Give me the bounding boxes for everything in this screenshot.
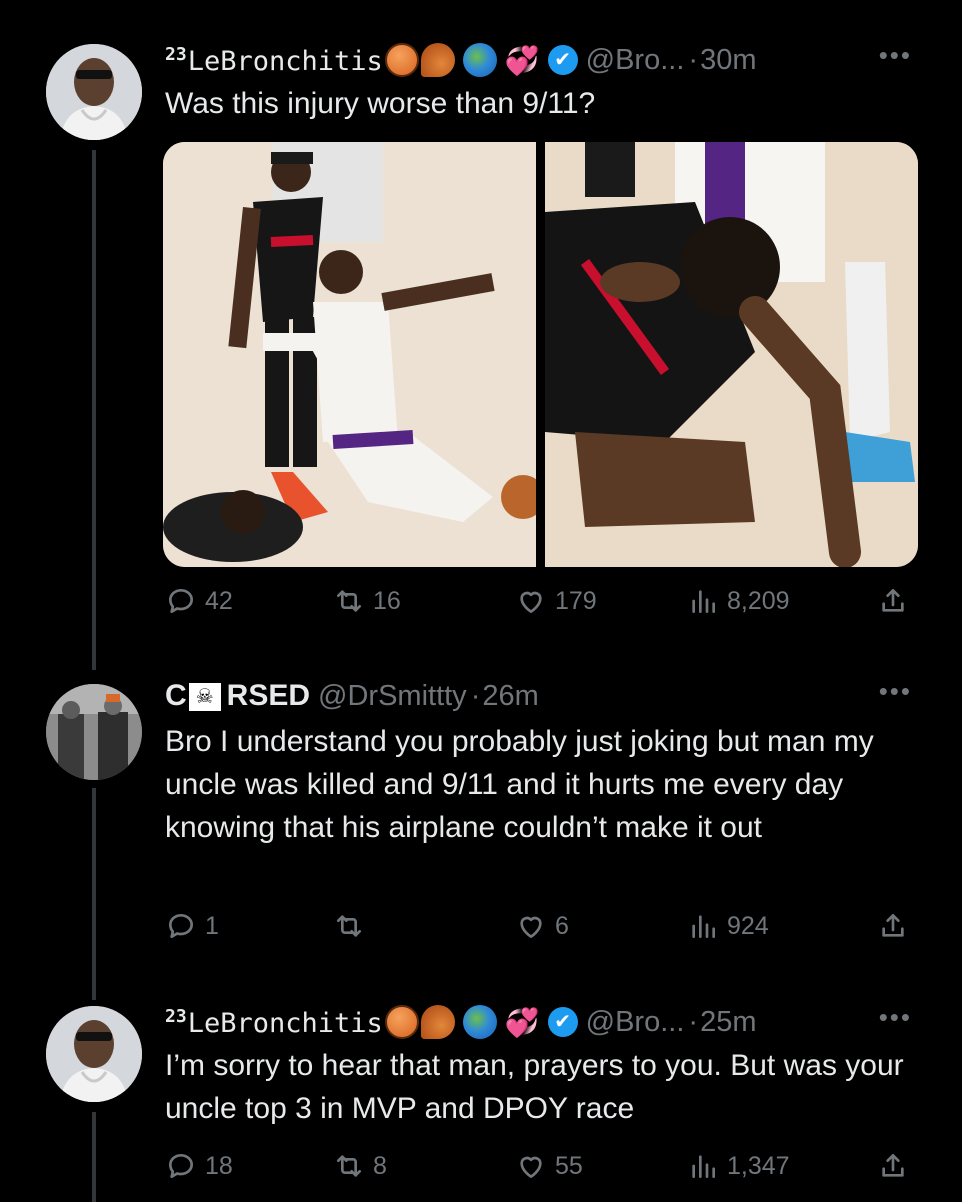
separator-dot: · xyxy=(688,1005,699,1038)
handle[interactable]: @DrSmittty xyxy=(318,680,467,713)
retweet-icon xyxy=(337,1155,361,1177)
views-button[interactable]: 924 xyxy=(687,910,769,942)
retweet-button[interactable]: 16 xyxy=(333,585,401,617)
views-button[interactable]: 8,209 xyxy=(687,585,790,617)
display-name[interactable]: 23LeBronchitis xyxy=(165,44,383,77)
handle[interactable]: @Bro... xyxy=(586,1006,685,1039)
pirate-flag-icon: ☠ xyxy=(188,683,221,712)
like-count: 6 xyxy=(555,911,569,940)
comet-emoji-icon xyxy=(420,43,455,77)
heart-icon xyxy=(520,591,542,613)
like-button[interactable]: 6 xyxy=(515,910,569,942)
avatar[interactable] xyxy=(46,44,142,140)
views-icon xyxy=(692,915,715,938)
avatar[interactable] xyxy=(46,684,142,780)
comet-emoji-icon xyxy=(420,1005,455,1039)
retweet-icon xyxy=(337,915,361,937)
like-count: 55 xyxy=(555,1151,583,1180)
heart-icon xyxy=(520,916,542,938)
tweet-actions: 1 6 924 xyxy=(165,910,915,950)
basketball-emoji-icon xyxy=(384,43,419,77)
tweet-header: 23LeBronchitis 💞 ✔ @Bro... · 25m ••• xyxy=(165,1002,912,1042)
globe-emoji-icon xyxy=(462,1005,497,1039)
media-photo-2[interactable] xyxy=(545,142,918,567)
thread-line xyxy=(92,788,96,1000)
basketball-emoji-icon xyxy=(384,1005,419,1039)
like-button[interactable]: 55 xyxy=(515,1150,583,1182)
tweet-text: Bro I understand you probably just jokin… xyxy=(165,725,874,844)
reply-button[interactable]: 1 xyxy=(165,910,219,942)
reply-icon xyxy=(169,589,193,613)
timestamp[interactable]: 25m xyxy=(700,1006,756,1039)
tweet-1[interactable]: 23LeBronchitis 💞 ✔ @Bro... · 30m ••• Was… xyxy=(0,40,962,670)
media-photo-1[interactable] xyxy=(163,142,536,567)
hearts-emoji-icon: 💞 xyxy=(504,1006,540,1038)
more-options-icon[interactable]: ••• xyxy=(879,676,912,707)
reply-icon xyxy=(169,914,193,938)
tweet-text: Was this injury worse than 9/11? xyxy=(165,87,596,120)
retweet-button[interactable]: 8 xyxy=(333,1150,387,1182)
reply-icon xyxy=(169,1154,193,1178)
tweet-media[interactable] xyxy=(163,142,918,567)
tweet-actions: 42 16 179 8,209 xyxy=(165,585,915,625)
views-icon xyxy=(692,590,715,613)
share-button[interactable] xyxy=(877,585,917,617)
tweet-2[interactable]: C ☠ RSED @DrSmittty · 26m ••• Bro I unders… xyxy=(0,676,962,1000)
basketball-scene-image xyxy=(163,142,536,567)
views-count: 8,209 xyxy=(727,586,790,615)
retweet-icon xyxy=(337,590,361,612)
tweet-text: I’m sorry to hear that man, prayers to y… xyxy=(165,1049,904,1125)
retweet-count: 16 xyxy=(373,586,401,615)
views-count: 1,347 xyxy=(727,1151,790,1180)
heart-icon xyxy=(520,1156,542,1178)
like-button[interactable]: 179 xyxy=(515,585,597,617)
separator-dot: · xyxy=(470,679,481,712)
more-options-icon[interactable]: ••• xyxy=(879,40,912,71)
like-count: 179 xyxy=(555,586,597,615)
fallen-player-image xyxy=(545,142,918,567)
avatar-image xyxy=(46,1006,142,1102)
verified-badge-icon: ✔ xyxy=(547,45,578,75)
thread-line xyxy=(92,1112,96,1202)
views-icon xyxy=(692,1155,715,1178)
verified-badge-icon: ✔ xyxy=(547,1007,578,1037)
reply-count: 18 xyxy=(205,1151,233,1180)
views-count: 924 xyxy=(727,911,769,940)
tweet-3[interactable]: 23LeBronchitis 💞 ✔ @Bro... · 25m ••• I’m… xyxy=(0,1002,962,1202)
avatar-image xyxy=(46,44,142,140)
timestamp[interactable]: 26m xyxy=(482,680,538,713)
retweet-button[interactable] xyxy=(333,910,373,942)
hearts-emoji-icon: 💞 xyxy=(504,44,540,76)
display-name[interactable]: C ☠ RSED xyxy=(165,679,310,713)
display-name[interactable]: 23LeBronchitis xyxy=(165,1006,383,1039)
retweet-count: 8 xyxy=(373,1151,387,1180)
globe-emoji-icon xyxy=(462,43,497,77)
share-icon xyxy=(882,914,904,937)
share-icon xyxy=(882,589,904,612)
avatar[interactable] xyxy=(46,1006,142,1102)
share-button[interactable] xyxy=(877,910,917,942)
timestamp[interactable]: 30m xyxy=(700,44,756,77)
share-button[interactable] xyxy=(877,1150,917,1182)
share-icon xyxy=(882,1154,904,1177)
tweet-header: 23LeBronchitis 💞 ✔ @Bro... · 30m ••• xyxy=(165,40,912,80)
thread-line xyxy=(92,150,96,670)
reply-count: 1 xyxy=(205,911,219,940)
reply-button[interactable]: 42 xyxy=(165,585,233,617)
separator-dot: · xyxy=(688,43,699,76)
reply-count: 42 xyxy=(205,586,233,615)
views-button[interactable]: 1,347 xyxy=(687,1150,790,1182)
handle[interactable]: @Bro... xyxy=(586,44,685,77)
reply-button[interactable]: 18 xyxy=(165,1150,233,1182)
tweet-header: C ☠ RSED @DrSmittty · 26m ••• xyxy=(165,676,912,716)
avatar-image xyxy=(46,684,142,780)
more-options-icon[interactable]: ••• xyxy=(879,1002,912,1033)
tweet-actions: 18 8 55 1,347 xyxy=(165,1150,915,1190)
